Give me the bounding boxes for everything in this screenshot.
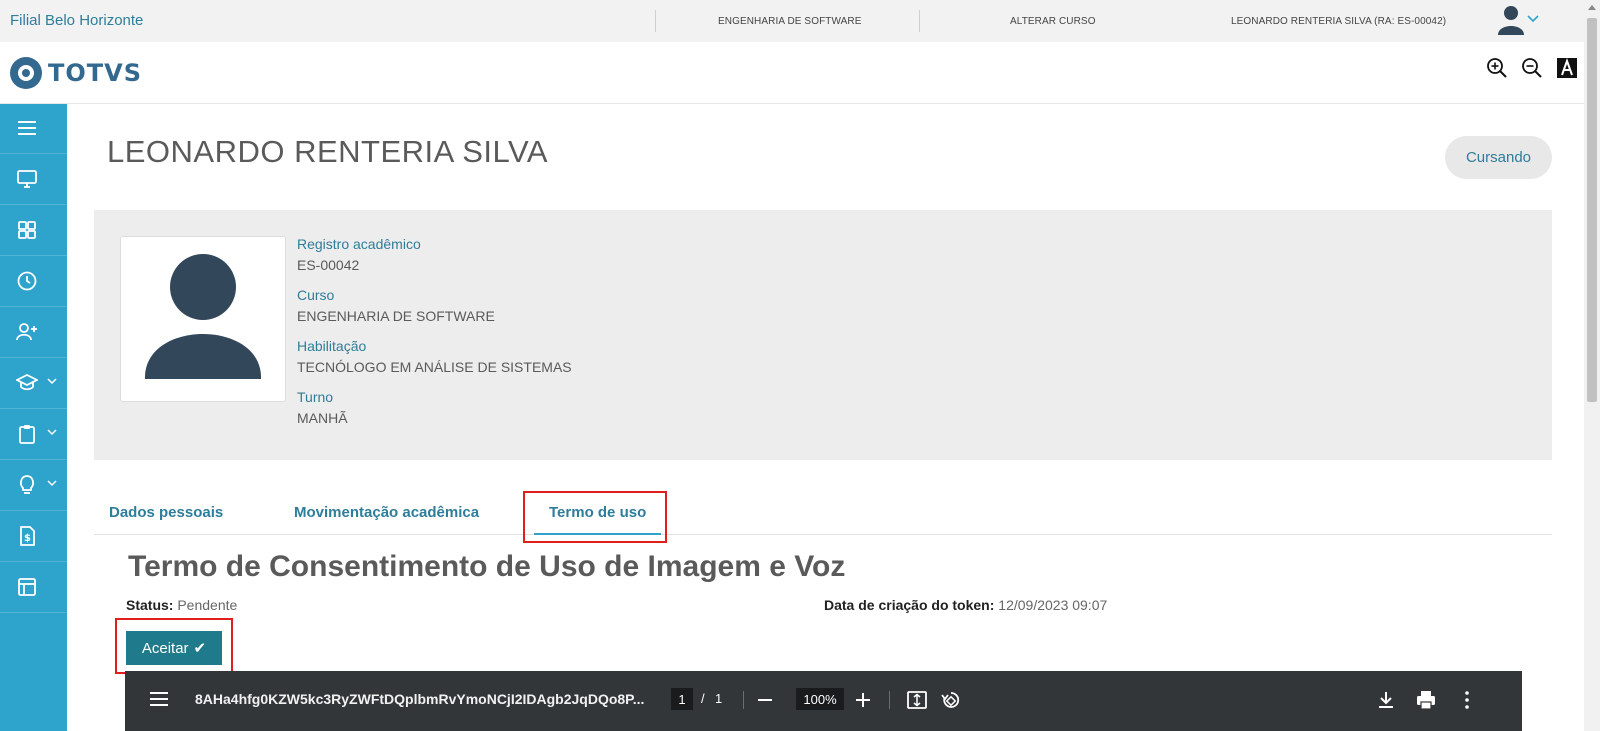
sidebar-item-documents[interactable]	[0, 410, 67, 460]
header: TOTVS	[0, 42, 1584, 104]
rotate-icon[interactable]	[940, 689, 962, 711]
monitor-icon	[17, 170, 37, 188]
highlight-box	[523, 491, 667, 543]
status-label: Status:	[126, 597, 174, 613]
menu-icon[interactable]	[150, 692, 168, 706]
more-options-icon[interactable]	[1456, 689, 1478, 711]
divider	[655, 10, 656, 32]
zoom-in-icon[interactable]	[1485, 56, 1509, 80]
zoom-level[interactable]: 100%	[796, 688, 844, 710]
sidebar-menu-toggle[interactable]	[0, 104, 67, 154]
pdf-viewer-toolbar: 8AHa4hfg0KZW5kc3RyZWFtDQplbmRvYmoNCjI2ID…	[125, 671, 1522, 731]
sidebar-item-ideas[interactable]	[0, 461, 67, 511]
lightbulb-icon	[20, 475, 34, 494]
zoom-in-icon[interactable]	[852, 689, 874, 711]
field-value: ENGENHARIA DE SOFTWARE	[297, 308, 495, 324]
status-value: Pendente	[177, 597, 238, 613]
profile-card: Registro acadêmico ES-00042 Curso ENGENH…	[94, 210, 1552, 460]
sidebar-item-academic[interactable]	[0, 359, 67, 409]
grid-icon	[18, 221, 36, 239]
top-bar: Filial Belo Horizonte ENGENHARIA DE SOFT…	[0, 0, 1584, 42]
divider	[743, 691, 744, 709]
add-user-icon	[16, 323, 37, 341]
term-status: Status: Pendente	[126, 597, 237, 613]
field-value: ES-00042	[297, 257, 360, 273]
profile-tabs: Dados pessoais Movimentação acadêmica Te…	[94, 490, 1552, 535]
tab-movimentacao-academica[interactable]: Movimentação acadêmica	[294, 504, 479, 521]
user-silhouette-icon	[144, 254, 262, 379]
zoom-out-icon[interactable]	[754, 689, 776, 711]
field-label: Turno	[297, 389, 334, 405]
sidebar-item-add-user[interactable]	[0, 308, 67, 358]
current-course[interactable]: ENGENHARIA DE SOFTWARE	[718, 16, 862, 27]
page-total: 1	[715, 691, 723, 706]
sidebar-item-layout[interactable]	[0, 563, 67, 613]
sidebar-item-apps[interactable]	[0, 206, 67, 256]
highlight-box	[115, 618, 233, 674]
sidebar: $	[0, 104, 67, 731]
clock-icon	[17, 271, 37, 291]
graduation-cap-icon	[16, 373, 38, 391]
totvs-logo[interactable]: TOTVS	[10, 57, 142, 89]
chevron-down-icon	[47, 480, 57, 487]
fit-page-icon[interactable]	[906, 689, 928, 711]
token-value: 12/09/2023 09:07	[998, 597, 1108, 613]
field-value: MANHÃ	[297, 410, 348, 426]
sidebar-item-dashboard[interactable]	[0, 155, 67, 205]
page-scrollbar[interactable]	[1584, 0, 1600, 731]
token-date: Data de criação do token: 12/09/2023 09:…	[824, 597, 1107, 613]
profile-photo	[120, 236, 286, 402]
sidebar-item-history[interactable]	[0, 257, 67, 307]
chevron-down-icon	[47, 429, 57, 436]
branch-name[interactable]: Filial Belo Horizonte	[10, 12, 143, 29]
logo-mark-icon	[10, 57, 42, 89]
profile-info: Registro acadêmico ES-00042 Curso ENGENH…	[297, 236, 572, 440]
divider	[919, 10, 920, 32]
download-icon[interactable]	[1375, 689, 1397, 711]
divider	[889, 691, 890, 709]
print-icon[interactable]	[1415, 689, 1437, 711]
svg-text:$: $	[24, 533, 31, 544]
scroll-up-icon[interactable]	[1588, 5, 1596, 10]
token-label: Data de criação do token:	[824, 597, 995, 613]
user-avatar-icon[interactable]	[1497, 4, 1525, 36]
page-number-input[interactable]: 1	[671, 688, 693, 710]
contrast-icon[interactable]	[1555, 56, 1579, 80]
scrollbar-thumb[interactable]	[1587, 18, 1597, 402]
logo-text: TOTVS	[48, 59, 143, 87]
status-badge: Cursando	[1445, 136, 1552, 179]
field-label: Habilitação	[297, 338, 367, 354]
change-course-link[interactable]: ALTERAR CURSO	[1010, 16, 1096, 27]
student-name: LEONARDO RENTERIA SILVA	[107, 134, 549, 169]
tab-dados-pessoais[interactable]: Dados pessoais	[109, 504, 223, 521]
layout-icon	[18, 578, 36, 596]
zoom-out-icon[interactable]	[1520, 56, 1544, 80]
chevron-down-icon[interactable]	[1527, 14, 1539, 24]
field-value: TECNÓLOGO EM ANÁLISE DE SISTEMAS	[297, 359, 572, 375]
money-document-icon: $	[20, 526, 35, 546]
field-label: Curso	[297, 287, 335, 303]
hamburger-icon	[18, 121, 36, 135]
field-label: Registro acadêmico	[297, 236, 421, 252]
page-separator: /	[701, 691, 705, 706]
chevron-down-icon	[47, 378, 57, 385]
clipboard-icon	[19, 425, 35, 444]
pdf-filename: 8AHa4hfg0KZW5kc3RyZWFtDQplbmRvYmoNCjI2ID…	[195, 691, 645, 707]
term-title: Termo de Consentimento de Uso de Imagem …	[128, 550, 846, 583]
sidebar-item-finance[interactable]: $	[0, 512, 67, 562]
user-name[interactable]: LEONARDO RENTERIA SILVA (RA: ES-00042)	[1231, 16, 1446, 27]
